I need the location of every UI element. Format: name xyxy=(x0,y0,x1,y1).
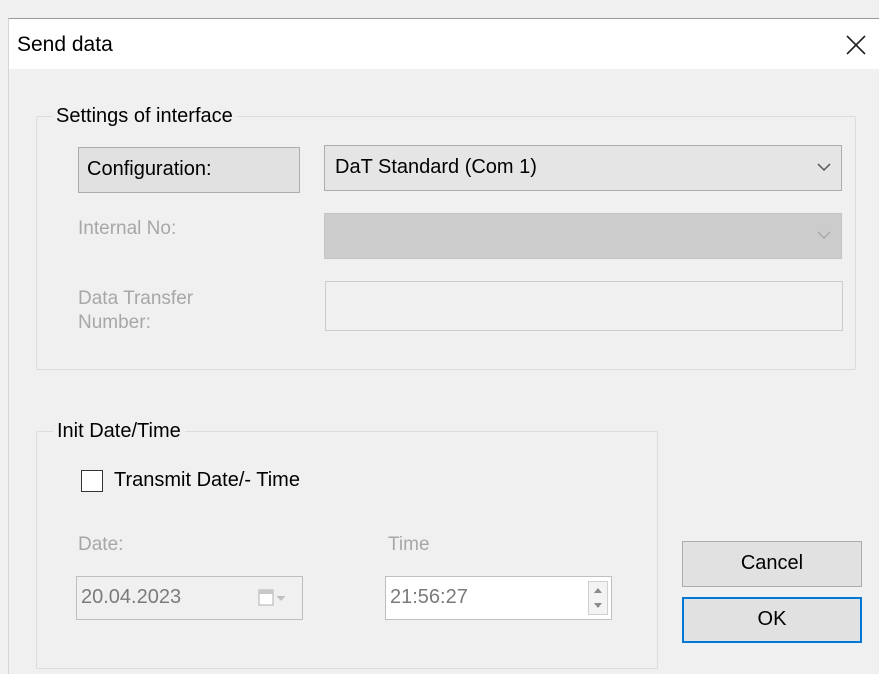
ok-button[interactable]: OK xyxy=(682,597,862,643)
calendar-dropdown-icon xyxy=(258,589,286,606)
time-label: Time xyxy=(388,534,430,555)
close-icon xyxy=(846,35,866,55)
date-label: Date: xyxy=(78,534,124,555)
chevron-down-icon xyxy=(817,231,831,240)
spin-down-icon xyxy=(594,603,602,608)
data-transfer-number-field xyxy=(325,281,843,331)
settings-of-interface-label: Settings of interface xyxy=(52,105,237,127)
title-bar: Send data xyxy=(9,19,879,69)
init-datetime-label: Init Date/Time xyxy=(53,420,185,442)
transmit-datetime-label[interactable]: Transmit Date/- Time xyxy=(114,468,300,492)
time-picker: 21:56:27 xyxy=(385,576,612,620)
transmit-datetime-checkbox[interactable] xyxy=(81,470,103,492)
background-window-edge xyxy=(0,0,6,674)
spin-up-icon xyxy=(594,588,602,593)
init-datetime-group xyxy=(36,431,658,669)
screen: Send data Settings of interface Configur… xyxy=(0,0,879,674)
internal-no-dropdown xyxy=(324,213,842,259)
date-picker: 20.04.2023 xyxy=(76,576,303,620)
configuration-button[interactable]: Configuration: xyxy=(78,147,300,193)
chevron-down-icon xyxy=(817,163,831,172)
configuration-value: DaT Standard (Com 1) xyxy=(335,156,537,178)
data-transfer-number-label-line2: Number: xyxy=(78,312,151,333)
configuration-dropdown[interactable]: DaT Standard (Com 1) xyxy=(324,145,842,191)
send-data-dialog: Send data Settings of interface Configur… xyxy=(8,18,879,674)
data-transfer-number-label-line1: Data Transfer xyxy=(78,288,194,309)
cancel-button[interactable]: Cancel xyxy=(682,541,862,587)
dialog-title: Send data xyxy=(17,33,113,56)
date-value: 20.04.2023 xyxy=(81,586,182,608)
time-spinner xyxy=(588,581,608,615)
close-button[interactable] xyxy=(834,19,879,69)
time-value: 21:56:27 xyxy=(390,586,468,608)
internal-no-label: Internal No: xyxy=(78,218,177,239)
